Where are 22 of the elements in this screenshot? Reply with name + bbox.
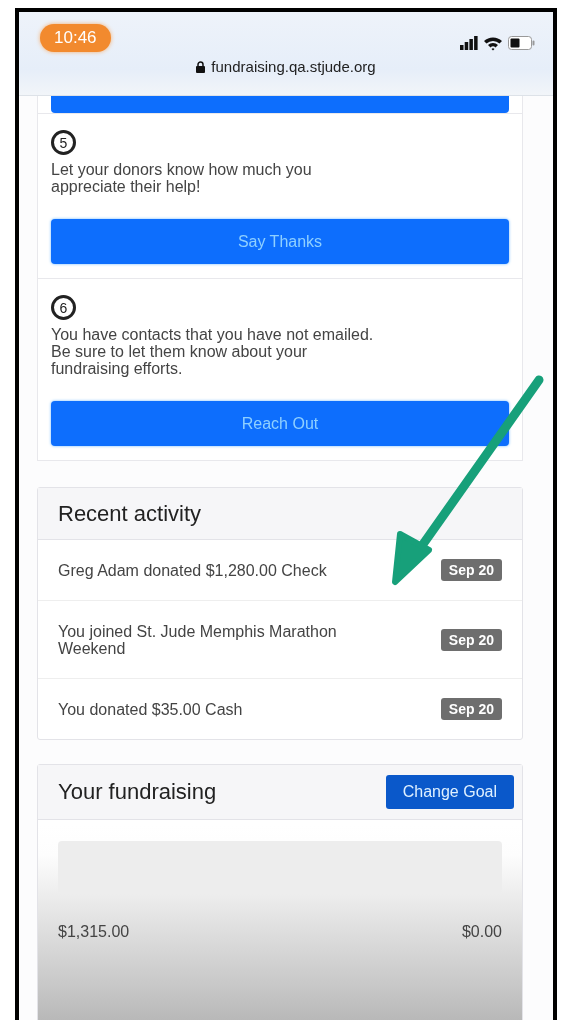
- date-label: Sep 20: [440, 628, 502, 651]
- raised-amount: $1,315.00: [58, 923, 130, 941]
- step-number: 5: [51, 130, 76, 155]
- step-description: Let your donors know how much you appreciate their help!: [51, 161, 313, 195]
- panel-title: Recent activity: [38, 488, 522, 540]
- time-badge: 10:46: [40, 24, 111, 52]
- goal-amount: $0.00: [461, 923, 502, 941]
- battery-icon: [508, 36, 535, 50]
- url-text[interactable]: fundraising.qa.stjude.org: [211, 58, 376, 75]
- button[interactable]: [51, 96, 509, 113]
- change-goal-button[interactable]: Change Goal: [385, 775, 514, 809]
- date-label: Sep 20: [440, 698, 502, 720]
- step-description: You have contacts that you have not emailed. Be sure to let them know about your fundraising efforts.: [51, 326, 375, 377]
- lock-icon: [196, 60, 206, 73]
- date-label: Sep 20: [440, 559, 502, 581]
- activity-text: Greg Adam donated $1,280.00 Check: [58, 561, 328, 579]
- signal-icon: [460, 36, 478, 50]
- activity-text: You donated $35.00 Cash: [58, 700, 244, 718]
- panel-title: Your fundraising: [58, 779, 217, 805]
- activity-text: You joined St. Jude Memphis Marathon Weekend: [58, 622, 338, 657]
- step-number: 6: [51, 295, 76, 320]
- wifi-icon: [483, 35, 503, 51]
